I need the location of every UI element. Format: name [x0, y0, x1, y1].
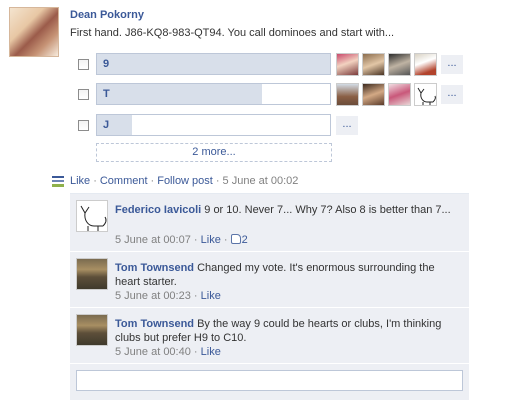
comment-meta: 5 June at 00:07 · Like · 2: [115, 234, 248, 246]
voter-avatar[interactable]: [362, 53, 385, 76]
post-author[interactable]: Dean Pokorny: [70, 9, 144, 21]
commenter-avatar[interactable]: [76, 258, 108, 290]
comment-author[interactable]: Tom Townsend: [115, 318, 194, 330]
separator: ·: [193, 346, 198, 358]
voter-avatar[interactable]: [362, 83, 385, 106]
poll-fill: [97, 54, 330, 74]
separator: ·: [193, 234, 198, 246]
voter-avatar[interactable]: [388, 53, 411, 76]
more-voters-button[interactable]: ...: [441, 85, 463, 104]
voter-avatar[interactable]: [388, 83, 411, 106]
separator: ·: [93, 175, 97, 187]
comments-section: Federico Iavicoli 9 or 10. Never 7... Wh…: [70, 193, 469, 400]
comment-text: 9 or 10. Never 7... Why 7? Also 8 is bet…: [204, 204, 451, 216]
follow-post-link[interactable]: Follow post: [157, 175, 213, 187]
more-options-button[interactable]: 2 more...: [96, 143, 332, 162]
comment-timestamp[interactable]: 5 June at 00:23: [115, 290, 191, 302]
poll-option-label: T: [103, 88, 110, 100]
poll-bar[interactable]: T: [96, 83, 331, 105]
poll-bar[interactable]: 9: [96, 53, 331, 75]
poll-bar[interactable]: J: [96, 114, 331, 136]
comment-body: Tom Townsend By the way 9 could be heart…: [115, 317, 455, 345]
more-voters-button[interactable]: ...: [336, 116, 358, 135]
voter-avatar[interactable]: [414, 53, 437, 76]
comment: Tom Townsend Changed my vote. It's enorm…: [70, 252, 469, 308]
post-timestamp[interactable]: 5 June at 00:02: [223, 175, 299, 187]
poll-fill: [97, 84, 263, 104]
commenter-avatar[interactable]: [76, 200, 108, 232]
like-link[interactable]: Like: [70, 175, 90, 187]
voter-avatar[interactable]: [414, 83, 437, 106]
cat-sketch-icon: [80, 205, 107, 231]
comment-meta: 5 June at 00:23 · Like: [115, 290, 221, 302]
comment-like-link[interactable]: Like: [201, 290, 221, 302]
poll-option-label: 9: [103, 58, 110, 70]
comment-author[interactable]: Tom Townsend: [115, 262, 194, 274]
voter-avatar[interactable]: [336, 83, 359, 106]
voter-avatar[interactable]: [336, 53, 359, 76]
thumbs-up-icon: [230, 234, 241, 244]
comment-input[interactable]: [76, 370, 463, 391]
poll-checkbox[interactable]: [78, 59, 89, 70]
separator: ·: [215, 175, 220, 187]
more-voters-button[interactable]: ...: [441, 55, 463, 74]
comment-like-link[interactable]: Like: [201, 346, 221, 358]
comment-meta: 5 June at 00:40 · Like: [115, 346, 221, 358]
comment-link[interactable]: Comment: [100, 175, 148, 187]
comment-likes-count[interactable]: 2: [242, 234, 248, 246]
separator: ·: [150, 175, 155, 187]
poll-option: T: [78, 83, 378, 106]
poll-option: J: [78, 114, 378, 137]
poll-checkbox[interactable]: [78, 120, 89, 131]
comment-body: Tom Townsend Changed my vote. It's enorm…: [115, 261, 455, 289]
comment-author[interactable]: Federico Iavicoli: [115, 204, 201, 216]
comment-like-link[interactable]: Like: [201, 234, 221, 246]
comment: Tom Townsend By the way 9 could be heart…: [70, 308, 469, 364]
cat-sketch-icon: [417, 87, 436, 105]
comment-timestamp[interactable]: 5 June at 00:07: [115, 234, 191, 246]
comment-body: Federico Iavicoli 9 or 10. Never 7... Wh…: [115, 203, 455, 217]
poll-icon: [52, 176, 64, 187]
separator: ·: [223, 234, 228, 246]
post-text: First hand. J86-KQ8-983-QT94. You call d…: [70, 27, 395, 39]
comment: Federico Iavicoli 9 or 10. Never 7... Wh…: [70, 194, 469, 252]
poll-option-label: J: [103, 119, 110, 131]
author-avatar[interactable]: [9, 7, 59, 57]
commenter-avatar[interactable]: [76, 314, 108, 346]
post-actions: Like · Comment · Follow post · 5 June at 00:02: [52, 175, 299, 187]
poll-option: 9: [78, 53, 378, 76]
comment-timestamp[interactable]: 5 June at 00:40: [115, 346, 191, 358]
separator: ·: [193, 290, 198, 302]
poll-checkbox[interactable]: [78, 89, 89, 100]
